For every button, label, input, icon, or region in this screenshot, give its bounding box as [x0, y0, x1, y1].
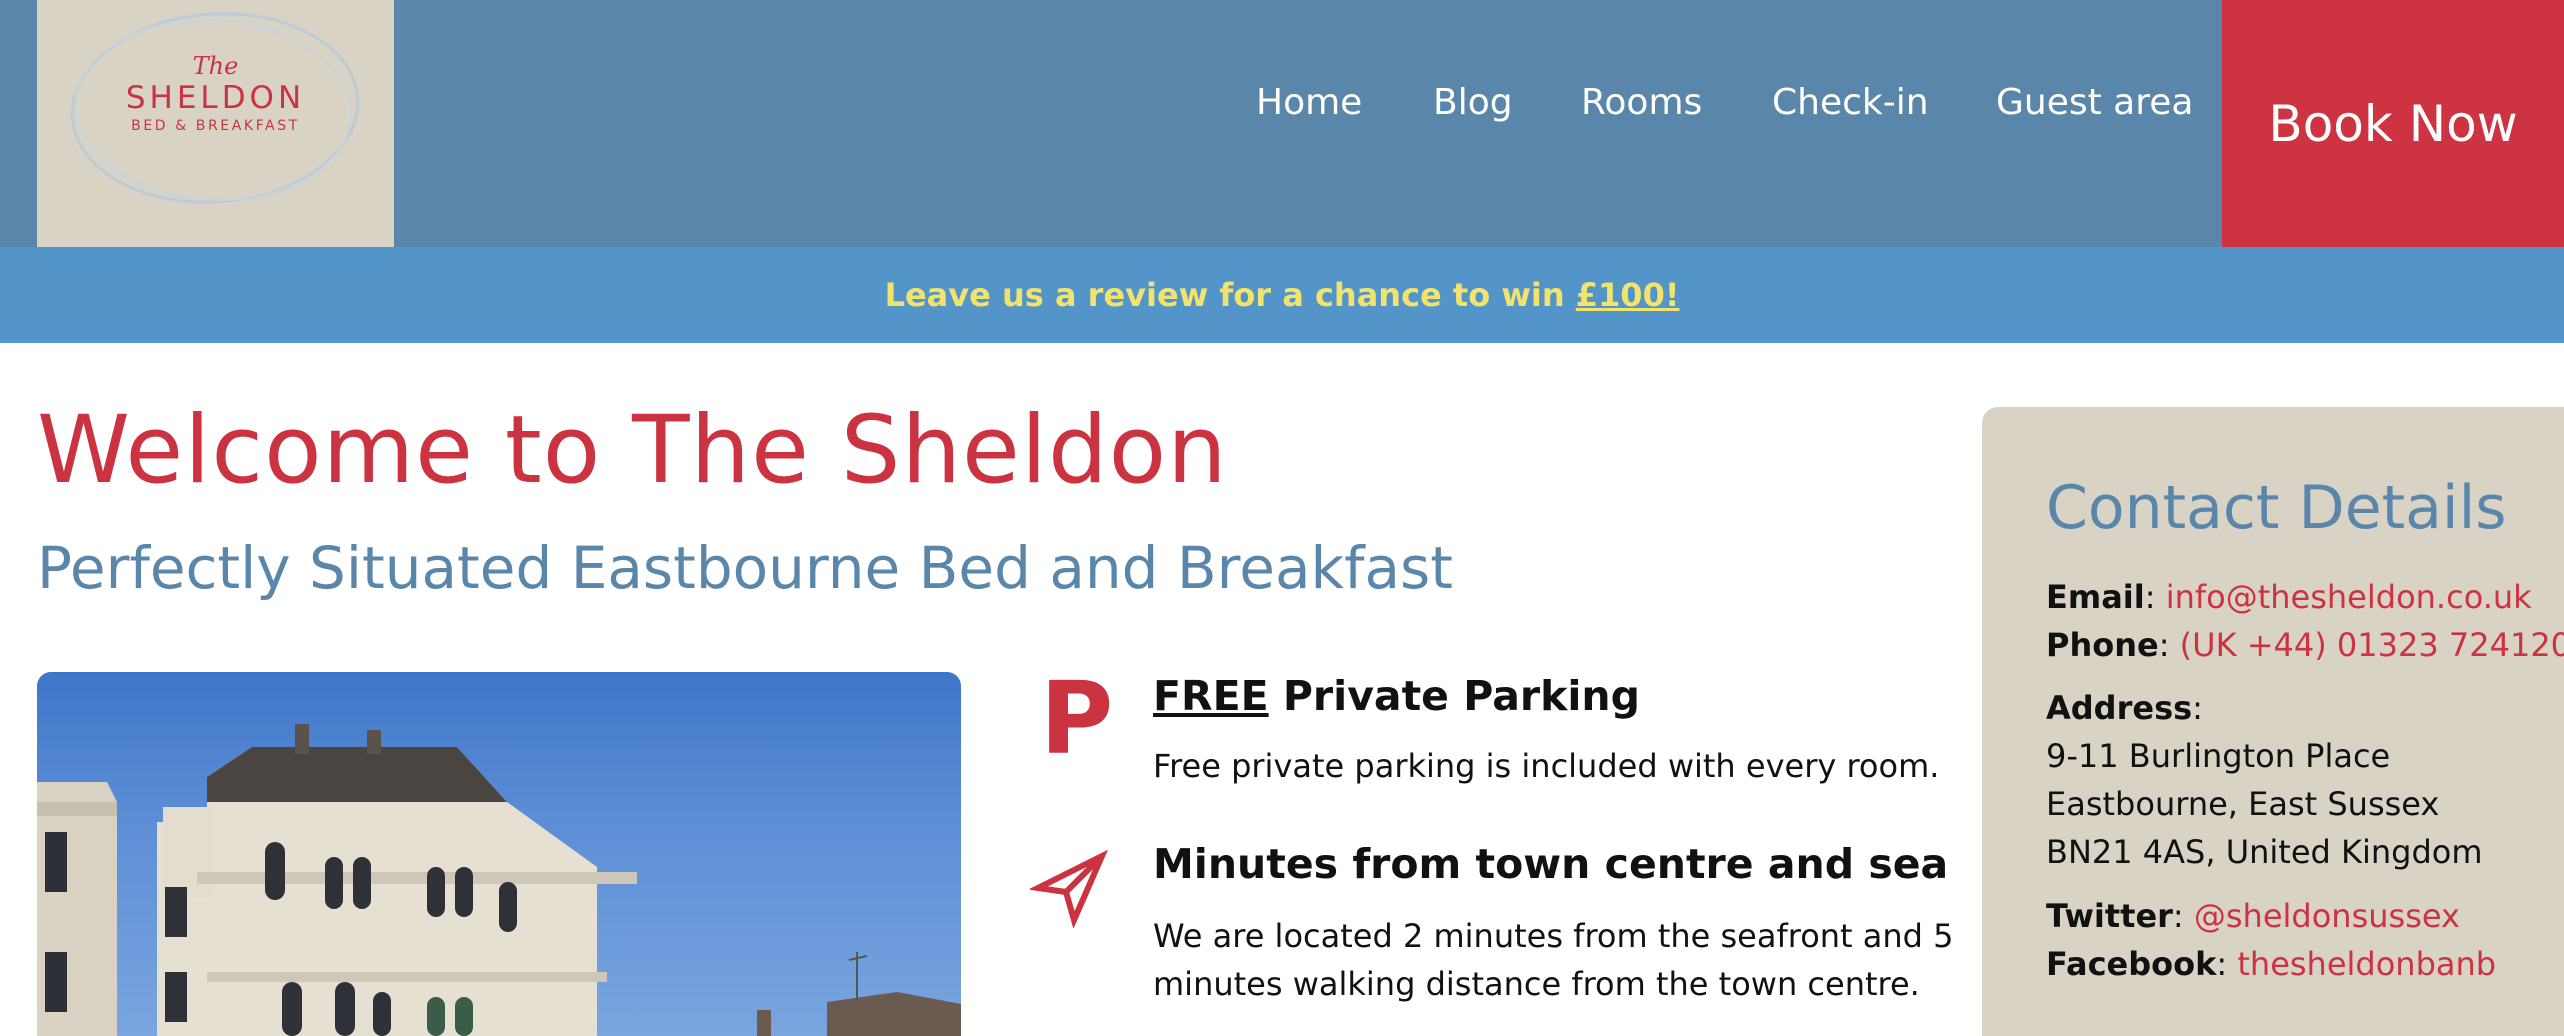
contact-email-row: Email: info@thesheldon.co.uk: [2046, 578, 2532, 616]
nav-blog[interactable]: Blog: [1433, 82, 1513, 123]
facebook-link[interactable]: thesheldonbanb: [2237, 945, 2496, 983]
logo-subtitle: BED & BREAKFAST: [131, 118, 300, 134]
banner-prize-link[interactable]: £100!: [1576, 276, 1680, 314]
twitter-label: Twitter: [2046, 897, 2173, 935]
feature-location-text: We are located 2 minutes from the seafro…: [1153, 917, 1954, 1003]
site-logo[interactable]: The SHELDON BED & BREAKFAST: [37, 0, 394, 247]
nav-rooms[interactable]: Rooms: [1581, 82, 1702, 123]
phone-label: Phone: [2046, 626, 2159, 664]
page-title: Welcome to The Sheldon: [37, 396, 1228, 505]
facebook-label: Facebook: [2046, 945, 2217, 983]
phone-link[interactable]: (UK +44) 01323 724120: [2180, 626, 2564, 664]
banner-message: Leave us a review for a chance to win: [884, 276, 1576, 314]
feature-parking-title-rest: Private Parking: [1268, 672, 1640, 720]
hotel-building-image: [37, 724, 961, 1036]
feature-parking-free: FREE: [1153, 672, 1269, 720]
book-now-button[interactable]: Book Now: [2222, 0, 2564, 247]
address-line-2: Eastbourne, East Sussex: [2046, 785, 2440, 823]
review-banner: Leave us a review for a chance to win £1…: [0, 247, 2564, 343]
feature-parking-title: FREE Private Parking: [1153, 672, 1640, 720]
page-subtitle: Perfectly Situated Eastbourne Bed and Br…: [37, 534, 1453, 602]
hotel-photo: [37, 672, 961, 1036]
site-header: The SHELDON BED & BREAKFAST Home Blog Ro…: [0, 0, 2564, 247]
contact-card: Contact Details Email: info@thesheldon.c…: [1982, 407, 2564, 1036]
email-link[interactable]: info@thesheldon.co.uk: [2166, 578, 2532, 616]
parking-icon: P: [1040, 660, 1114, 777]
location-arrow-icon: [1028, 848, 1110, 932]
contact-address-label-row: Address:: [2046, 689, 2203, 727]
nav-check-in[interactable]: Check-in: [1772, 82, 1929, 123]
banner-text: Leave us a review for a chance to win £1…: [885, 276, 1680, 314]
contact-twitter-row: Twitter: @sheldonsussex: [2046, 897, 2460, 935]
address-label: Address: [2046, 689, 2193, 727]
nav-home[interactable]: Home: [1256, 82, 1362, 123]
contact-phone-row: Phone: (UK +44) 01323 724120: [2046, 626, 2564, 664]
feature-parking-text: Free private parking is included with ev…: [1153, 747, 1940, 785]
feature-location-title: Minutes from town centre and sea: [1153, 840, 1949, 888]
logo-the: The: [192, 52, 239, 80]
address-line-3: BN21 4AS, United Kingdom: [2046, 833, 2483, 871]
nav-guest-area[interactable]: Guest area: [1996, 82, 2193, 123]
logo-name: SHELDON: [125, 80, 306, 116]
email-label: Email: [2046, 578, 2145, 616]
contact-facebook-row: Facebook: thesheldonbanb: [2046, 945, 2497, 983]
address-line-1: 9-11 Burlington Place: [2046, 737, 2391, 775]
contact-title: Contact Details: [2046, 473, 2507, 543]
twitter-link[interactable]: @sheldonsussex: [2194, 897, 2460, 935]
